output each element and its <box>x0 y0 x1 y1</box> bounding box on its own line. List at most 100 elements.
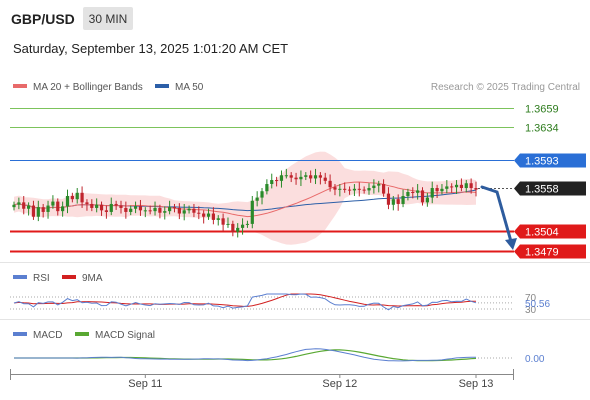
macd-signal-legend-swatch <box>75 332 89 336</box>
candle-body <box>333 187 337 190</box>
candle-body <box>90 203 94 208</box>
macd-legend-swatch <box>13 332 27 336</box>
candle-body <box>289 175 293 178</box>
candle-body <box>382 184 386 194</box>
candle-body <box>450 186 454 188</box>
level-label: 1.3479 <box>525 247 559 259</box>
ma20-legend-swatch <box>13 84 27 88</box>
level-label: 1.3593 <box>525 156 559 168</box>
candle-body <box>226 223 230 225</box>
candle-body <box>61 206 65 212</box>
ma50-legend-label: MA 50 <box>175 82 204 93</box>
candle-body <box>202 213 206 217</box>
candle-body <box>309 175 313 179</box>
candle-body <box>284 175 288 177</box>
candle-body <box>294 177 298 180</box>
candle-body <box>124 207 128 212</box>
candle-body <box>138 206 143 211</box>
candle-body <box>352 188 357 191</box>
candle-body <box>270 180 274 185</box>
candle-body <box>338 188 342 190</box>
macd-signal-legend-label: MACD Signal <box>95 330 155 341</box>
candle-body <box>406 192 410 196</box>
candle-body <box>401 195 405 204</box>
candle-body <box>95 204 99 208</box>
candle-body <box>445 186 449 189</box>
candle-body <box>459 184 464 189</box>
ma50-legend-swatch <box>155 84 169 88</box>
candle-body <box>172 207 177 209</box>
x-tick-label: Sep 11 <box>128 378 162 390</box>
candle-body <box>216 218 220 220</box>
candle-body <box>197 212 201 214</box>
macd-last-label: 0.00 <box>525 354 545 365</box>
candle-body <box>265 184 269 192</box>
candle-body <box>51 201 55 206</box>
x-tick-label: Sep 12 <box>322 378 357 390</box>
candle-body <box>304 175 308 177</box>
candle-body <box>26 205 31 209</box>
x-tick-label: Sep 13 <box>459 378 494 390</box>
candle-body <box>323 177 327 181</box>
candle-body <box>168 207 172 212</box>
candle-body <box>255 197 259 201</box>
candle-body <box>133 206 138 209</box>
candle-body <box>367 188 371 191</box>
candle-body <box>80 192 84 203</box>
candle-body <box>250 200 254 224</box>
candle-body <box>231 223 235 232</box>
rsi-legend-swatch <box>13 275 27 279</box>
candle-body <box>46 205 50 212</box>
candle-body <box>454 184 459 188</box>
candle-body <box>420 190 425 203</box>
candle-body <box>158 207 162 213</box>
candle-body <box>313 175 318 179</box>
candle-body <box>279 175 284 181</box>
candle-body <box>362 189 366 191</box>
candle-body <box>36 207 40 217</box>
candle-body <box>328 180 332 188</box>
candle-body <box>143 210 147 212</box>
candle-body <box>17 202 21 205</box>
rsi-last-label: 50.56 <box>525 299 550 310</box>
candle-body <box>425 197 429 203</box>
candle-body <box>318 175 322 178</box>
candle-body <box>260 191 264 198</box>
candle-body <box>275 180 279 182</box>
level-label: 1.3659 <box>525 104 559 116</box>
candle-body <box>41 207 45 212</box>
candle-body <box>182 210 186 214</box>
candle-body <box>469 183 473 189</box>
candle-body <box>163 211 167 213</box>
candle-body <box>119 205 123 208</box>
candle-body <box>396 199 400 204</box>
level-label: 1.3504 <box>525 227 559 239</box>
candle-body <box>236 227 240 232</box>
candle-body <box>391 199 395 205</box>
rsi-panel: 703050.56 <box>10 293 550 316</box>
candle-body <box>206 213 211 217</box>
candle-body <box>416 190 420 193</box>
candle-body <box>114 203 118 206</box>
candle-body <box>440 188 444 192</box>
candle-body <box>474 188 478 190</box>
candle-body <box>31 205 36 217</box>
candle-body <box>192 208 196 213</box>
candle-body <box>187 208 191 211</box>
candle-body <box>153 207 157 212</box>
candle-body <box>75 192 79 200</box>
candle-body <box>12 204 16 208</box>
candle-body <box>245 223 250 225</box>
candle-body <box>240 224 245 228</box>
candle-body <box>357 188 361 190</box>
candle-body <box>386 193 391 205</box>
candle-body <box>129 208 133 212</box>
candle-body <box>148 210 152 212</box>
price-chart: MA 20 + Bollinger Bands MA 50 Research ©… <box>0 82 590 390</box>
macd-panel: 0.00 <box>14 348 545 365</box>
candle-body <box>104 210 108 212</box>
candle-body <box>221 218 225 225</box>
candle-body <box>99 204 104 211</box>
candle-body <box>435 188 439 192</box>
candle-body <box>85 202 89 204</box>
